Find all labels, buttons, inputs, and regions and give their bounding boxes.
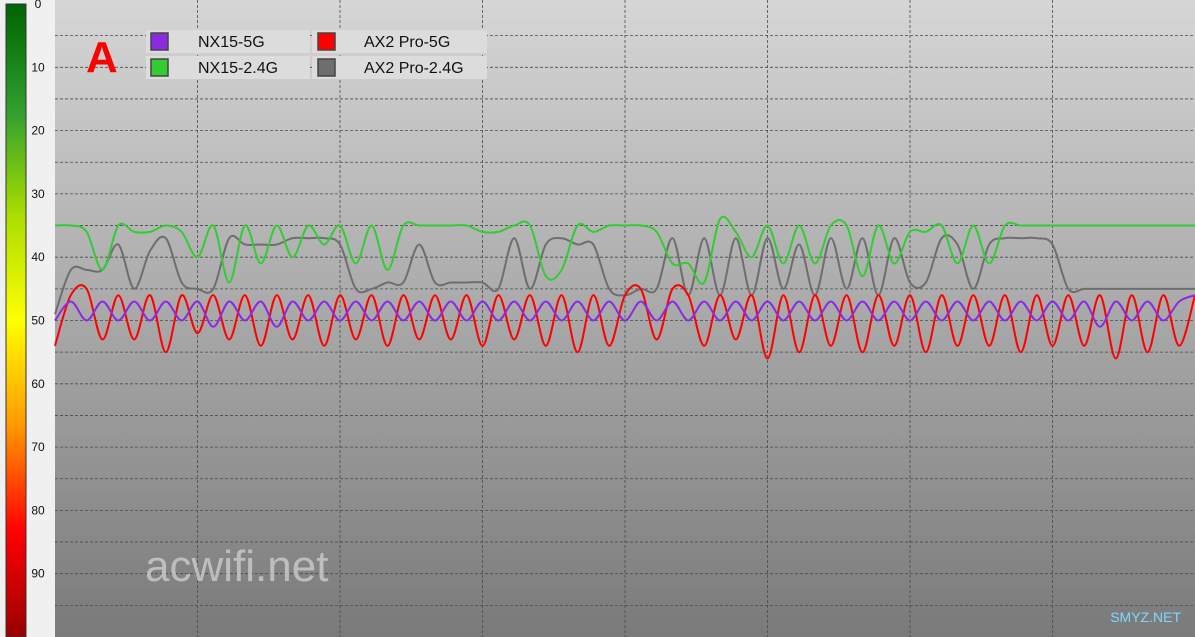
watermark: acwifi.net [145,542,328,591]
y-tick-label: 70 [31,440,45,454]
y-tick-label: 10 [31,60,45,74]
legend-swatch-nx15-5g [150,32,169,51]
panel-label: A [86,33,118,82]
color-scale-bar [5,3,27,637]
legend-label-nx15-24g: NX15-2.4G [198,60,278,77]
legend-label-nx15-5g: NX15-5G [198,34,265,51]
y-tick-label: 90 [31,567,45,581]
y-tick-label: 50 [31,314,45,328]
signal-chart: 0 10 20 30 40 50 60 70 80 90 A NX15-5G AX2 Pro-5G… [0,0,1195,637]
y-tick-label: 80 [31,503,45,517]
corner-watermark: SMYZ.NET [1110,609,1181,625]
legend-label-ax2pro-5g: AX2 Pro-5G [364,34,450,51]
legend-swatch-nx15-24g [150,58,169,77]
legend-swatch-ax2pro-5g [317,32,336,51]
y-tick-label: 30 [31,187,45,201]
legend-swatch-ax2pro-24g [317,58,336,77]
y-tick-label: 0 [35,0,42,11]
y-tick-label: 60 [31,377,45,391]
y-tick-label: 20 [31,124,45,138]
legend-label-ax2pro-24g: AX2 Pro-2.4G [364,60,464,77]
y-tick-label: 40 [31,250,45,264]
